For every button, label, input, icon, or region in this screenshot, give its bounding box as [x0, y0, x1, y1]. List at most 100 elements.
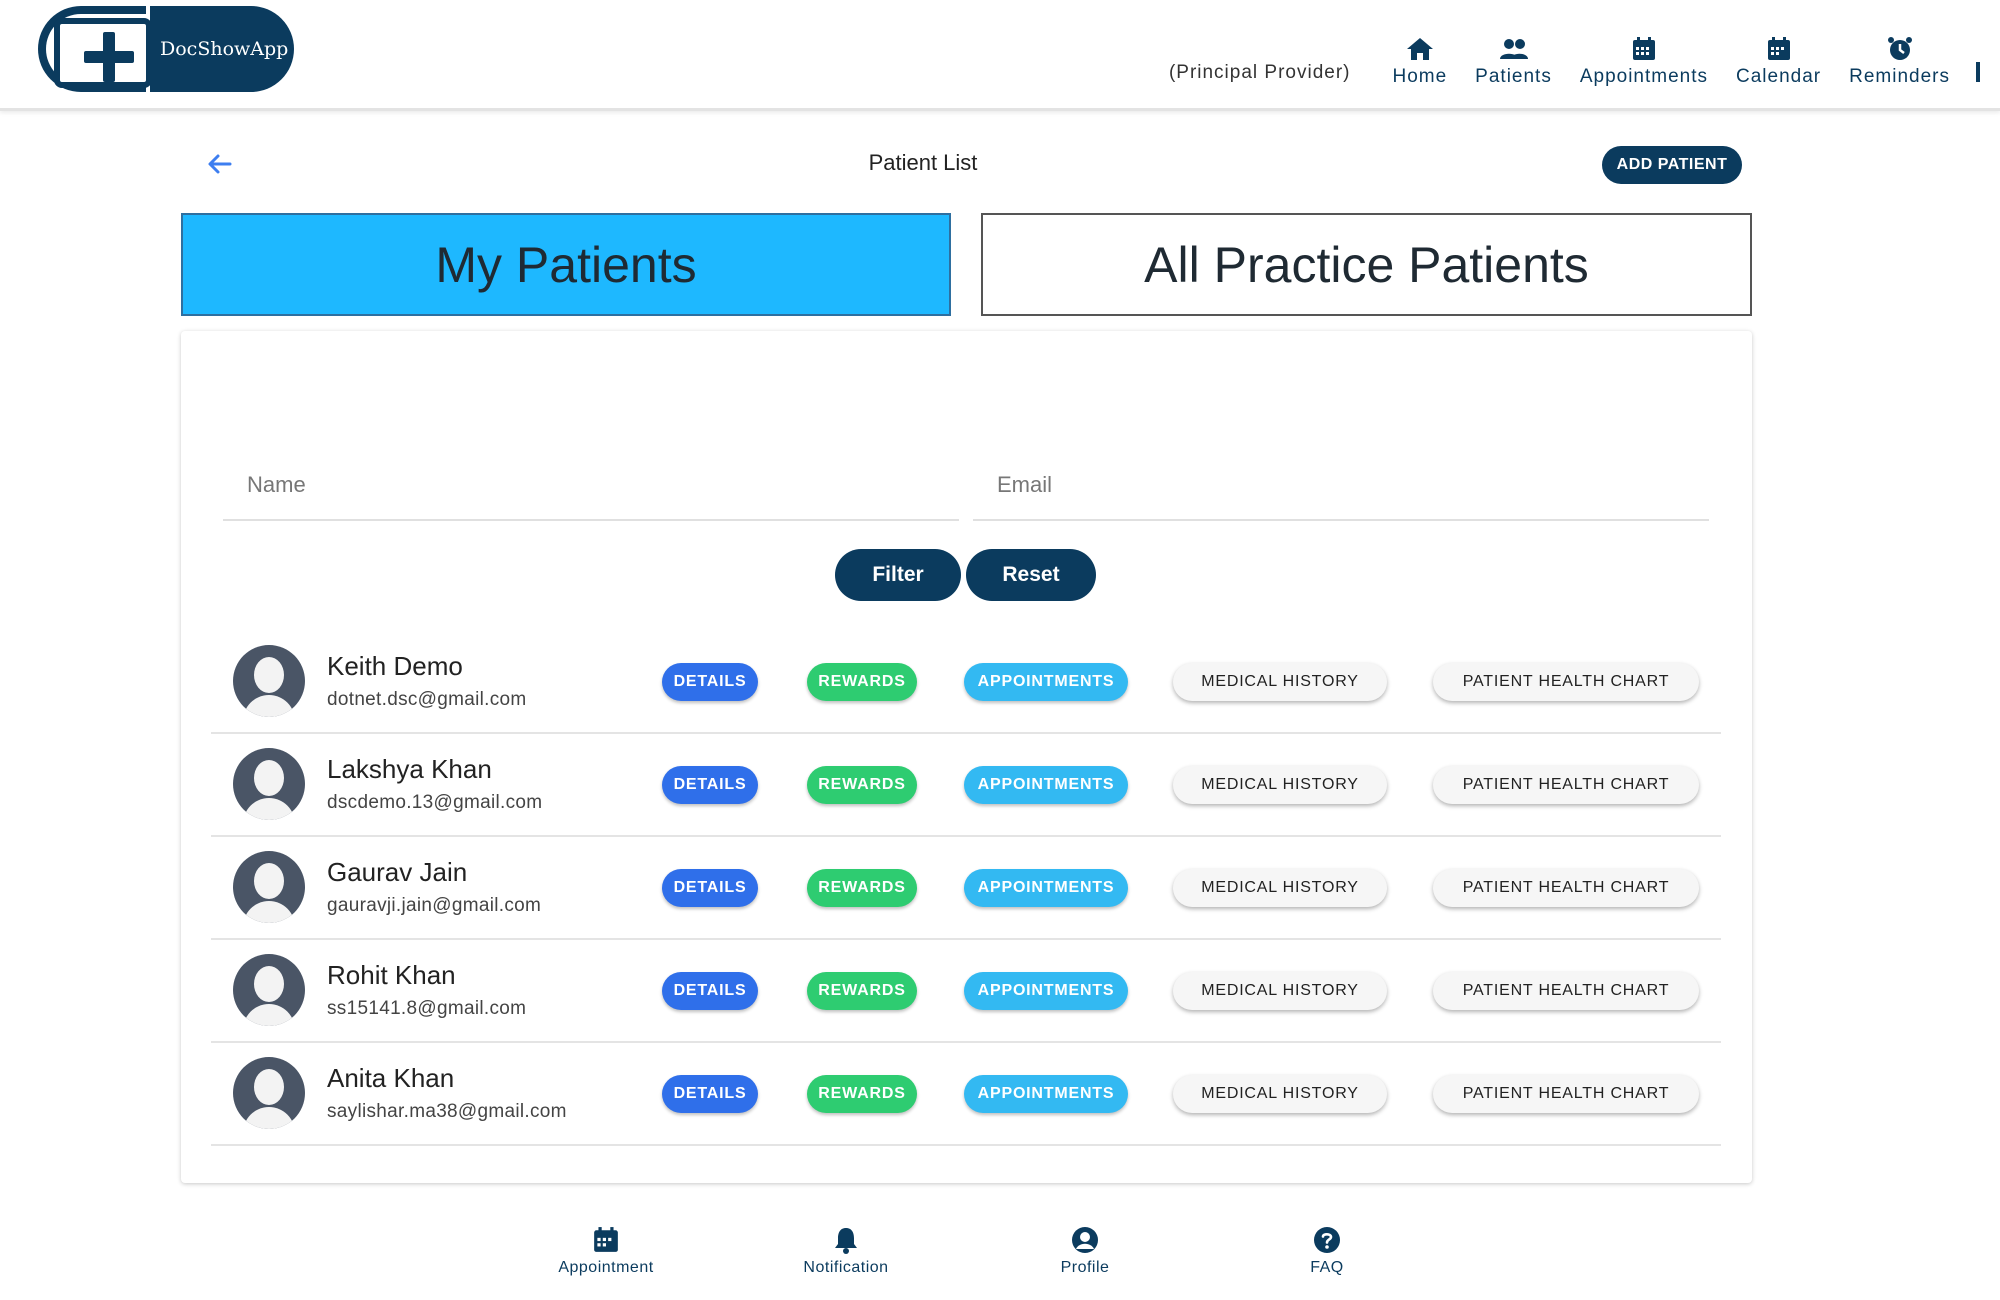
avatar-head	[254, 966, 284, 1002]
medical-history-button[interactable]: MEDICAL HISTORY	[1173, 663, 1387, 701]
avatar-head	[254, 760, 284, 796]
tab-all-practice-patients[interactable]: All Practice Patients	[981, 213, 1752, 316]
nav-home-label: Home	[1392, 66, 1448, 87]
nav-appointments[interactable]: Appointments	[1580, 35, 1708, 88]
calendar-icon	[591, 1225, 621, 1255]
back-arrow-icon[interactable]	[204, 148, 236, 180]
logo-badge	[38, 6, 152, 92]
avatar-body	[243, 798, 295, 820]
avatar	[233, 645, 305, 717]
reset-button[interactable]: Reset	[966, 549, 1096, 601]
provider-role: (Principal Provider)	[1168, 62, 1351, 83]
patient-name: Lakshya Khan	[327, 754, 492, 784]
medical-history-button[interactable]: MEDICAL HISTORY	[1173, 1075, 1387, 1113]
appointments-button[interactable]: APPOINTMENTS	[964, 766, 1128, 804]
bottom-nav-faq[interactable]: FAQ	[1247, 1225, 1407, 1277]
appointments-button[interactable]: APPOINTMENTS	[964, 869, 1128, 907]
bottom-nav-profile[interactable]: Profile	[1005, 1225, 1165, 1277]
nav-patients-label: Patients	[1475, 66, 1552, 87]
avatar-head	[254, 863, 284, 899]
patient-health-chart-button[interactable]: PATIENT HEALTH CHART	[1433, 1075, 1699, 1113]
appointments-button[interactable]: APPOINTMENTS	[964, 1075, 1128, 1113]
top-nav: (Principal Provider) Home Patients Appoi…	[1169, 28, 1980, 88]
details-button[interactable]: DETAILS	[662, 1075, 758, 1113]
logo-text: DocShowApp	[150, 6, 294, 92]
avatar-head	[254, 657, 284, 693]
nav-calendar[interactable]: Calendar	[1736, 35, 1821, 88]
user-circle-icon	[1070, 1225, 1100, 1255]
nav-calendar-label: Calendar	[1736, 66, 1822, 87]
nav-home[interactable]: Home	[1392, 35, 1447, 88]
patient-email: ss15141.8@gmail.com	[327, 998, 527, 1019]
rewards-button[interactable]: REWARDS	[807, 972, 917, 1010]
avatar-body	[243, 1004, 295, 1026]
patient-row: Rohit Khan ss15141.8@gmail.com DETAILS R…	[211, 940, 1721, 1043]
medical-history-button[interactable]: MEDICAL HISTORY	[1173, 766, 1387, 804]
calendar-grid-icon	[1629, 35, 1659, 63]
bottom-nav-notification-label: Notification	[803, 1259, 889, 1276]
plus-icon	[84, 32, 134, 82]
rewards-button[interactable]: REWARDS	[807, 663, 917, 701]
avatar	[233, 1057, 305, 1129]
avatar-body	[243, 901, 295, 923]
rewards-button[interactable]: REWARDS	[807, 869, 917, 907]
details-button[interactable]: DETAILS	[662, 972, 758, 1010]
medical-history-button[interactable]: MEDICAL HISTORY	[1173, 972, 1387, 1010]
medical-history-button[interactable]: MEDICAL HISTORY	[1173, 869, 1387, 907]
patient-row: Gaurav Jain gauravji.jain@gmail.com DETA…	[211, 837, 1721, 940]
email-filter-input[interactable]	[973, 451, 1709, 519]
home-icon	[1405, 35, 1435, 63]
calendar-icon	[1764, 35, 1794, 63]
add-patient-button[interactable]: ADD PATIENT	[1602, 146, 1742, 184]
patient-name: Keith Demo	[327, 651, 463, 681]
patient-email: dscdemo.13@gmail.com	[327, 792, 543, 813]
patient-health-chart-button[interactable]: PATIENT HEALTH CHART	[1433, 663, 1699, 701]
bottom-nav-profile-label: Profile	[1060, 1259, 1110, 1276]
details-button[interactable]: DETAILS	[662, 869, 758, 907]
bottom-nav: Appointment Notification Profile FAQ	[0, 1225, 2000, 1295]
patient-list-card: Filter Reset Keith Demo dotnet.dsc@gmail…	[181, 331, 1752, 1183]
name-filter-input[interactable]	[223, 451, 959, 519]
avatar-body	[243, 1107, 295, 1129]
question-icon	[1312, 1225, 1342, 1255]
top-header: DocShowApp (Principal Provider) Home Pat…	[0, 0, 2000, 111]
appointments-button[interactable]: APPOINTMENTS	[964, 972, 1128, 1010]
patient-email: dotnet.dsc@gmail.com	[327, 689, 527, 710]
page-title: Patient List	[868, 150, 978, 175]
nav-overflow-edge	[1976, 62, 1980, 82]
rewards-button[interactable]: REWARDS	[807, 1075, 917, 1113]
rewards-button[interactable]: REWARDS	[807, 766, 917, 804]
patient-name: Gaurav Jain	[327, 857, 468, 887]
patients-icon	[1499, 35, 1529, 63]
bottom-nav-notification[interactable]: Notification	[766, 1225, 926, 1277]
avatar	[233, 851, 305, 923]
patient-health-chart-button[interactable]: PATIENT HEALTH CHART	[1433, 766, 1699, 804]
nav-appointments-label: Appointments	[1579, 66, 1709, 87]
avatar	[233, 954, 305, 1026]
filter-button[interactable]: Filter	[835, 549, 961, 601]
patient-health-chart-button[interactable]: PATIENT HEALTH CHART	[1433, 972, 1699, 1010]
nav-reminders[interactable]: Reminders	[1849, 35, 1950, 88]
patient-row: Anita Khan saylishar.ma38@gmail.com DETA…	[211, 1043, 1721, 1146]
avatar-body	[243, 695, 295, 717]
patient-health-chart-button[interactable]: PATIENT HEALTH CHART	[1433, 869, 1699, 907]
alarm-clock-icon	[1885, 35, 1915, 63]
patient-row: Lakshya Khan dscdemo.13@gmail.com DETAIL…	[211, 734, 1721, 837]
patient-row: Keith Demo dotnet.dsc@gmail.com DETAILS …	[211, 631, 1721, 734]
bottom-nav-appointment-label: Appointment	[558, 1259, 654, 1276]
tab-my-patients[interactable]: My Patients	[181, 213, 951, 316]
app-logo[interactable]: DocShowApp	[38, 6, 294, 92]
avatar-head	[254, 1069, 284, 1105]
appointments-button[interactable]: APPOINTMENTS	[964, 663, 1128, 701]
patient-rows: Keith Demo dotnet.dsc@gmail.com DETAILS …	[211, 631, 1721, 1146]
patient-email: gauravji.jain@gmail.com	[327, 895, 542, 916]
details-button[interactable]: DETAILS	[662, 663, 758, 701]
nav-patients[interactable]: Patients	[1475, 35, 1552, 88]
bell-icon	[831, 1225, 861, 1255]
patient-name: Rohit Khan	[327, 960, 456, 990]
details-button[interactable]: DETAILS	[662, 766, 758, 804]
name-field-wrapper	[223, 451, 959, 521]
avatar	[233, 748, 305, 820]
patient-name: Anita Khan	[327, 1063, 455, 1093]
bottom-nav-appointment[interactable]: Appointment	[526, 1225, 686, 1277]
